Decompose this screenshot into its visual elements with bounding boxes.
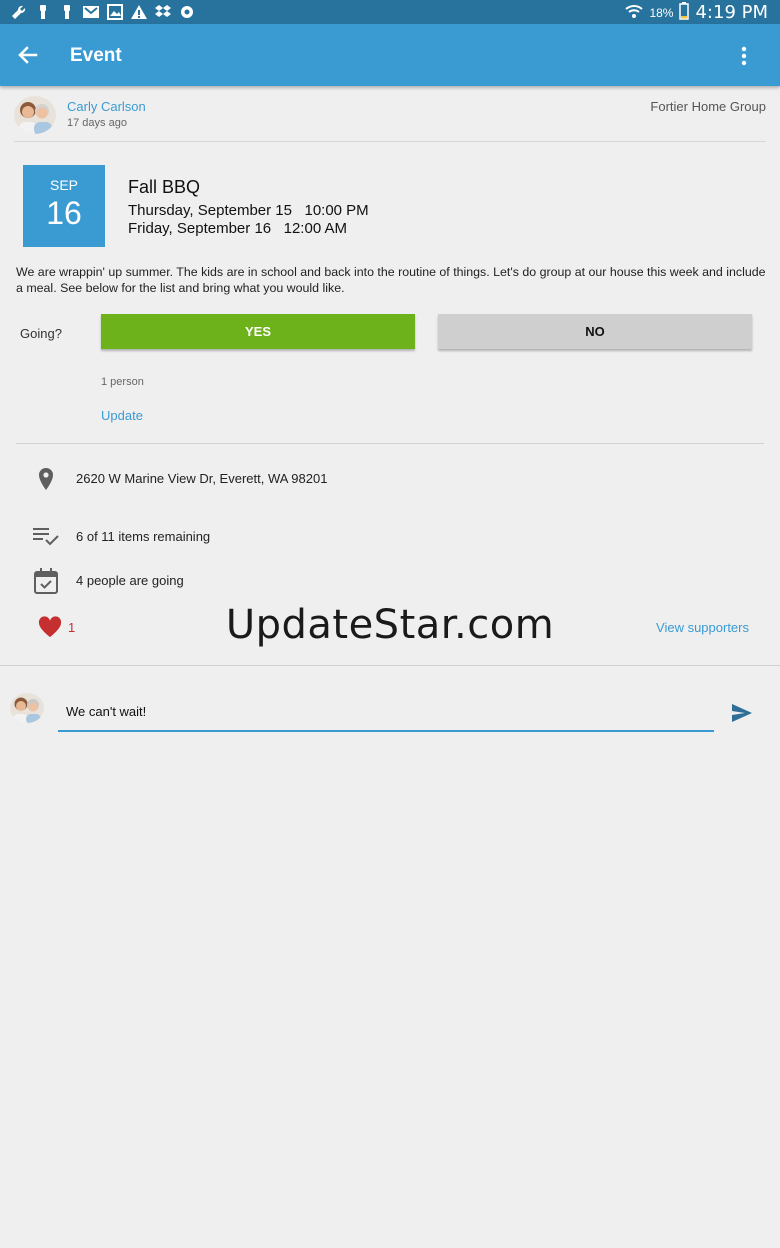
author-name[interactable]: Carly Carlson (67, 99, 146, 114)
event-address: 2620 W Marine View Dr, Everett, WA 98201 (76, 471, 328, 486)
app-bar: Event (0, 24, 780, 86)
rsvp-count: 1 person (101, 376, 144, 388)
wifi-icon (625, 4, 644, 21)
location-pin-icon (32, 465, 60, 493)
notification-icons (10, 3, 196, 21)
image-icon (106, 3, 124, 21)
clock: 4:19 PM (695, 2, 768, 23)
event-description: We are wrappin' up summer. The kids are … (16, 265, 766, 295)
battery-percent: 18% (649, 5, 674, 20)
event-start-time: Thursday, September 15 10:00 PM (128, 202, 369, 219)
usb-icon (58, 3, 76, 21)
address-row[interactable]: 2620 W Marine View Dr, Everett, WA 98201 (0, 465, 780, 493)
dropbox-icon (154, 3, 172, 21)
comment-input[interactable] (58, 698, 714, 732)
warning-icon (130, 3, 148, 21)
status-right: 18% 4:19 PM (625, 2, 768, 23)
going-row[interactable]: 4 people are going (0, 567, 780, 595)
divider (16, 443, 764, 444)
overflow-menu-icon[interactable] (738, 44, 750, 68)
post-author: Carly Carlson 17 days ago Fortier Home G… (14, 94, 766, 142)
back-arrow-icon[interactable] (14, 41, 42, 69)
rsvp-no-button[interactable]: NO (438, 314, 752, 349)
wrench-icon (10, 3, 28, 21)
group-name: Fortier Home Group (650, 99, 766, 114)
event-end-time: Friday, September 16 12:00 AM (128, 220, 348, 237)
send-icon[interactable] (730, 702, 754, 724)
post-timestamp: 17 days ago (67, 117, 127, 129)
settings-icon (178, 3, 196, 21)
event-day: 16 (46, 195, 82, 231)
page-title: Event (70, 45, 122, 66)
avatar[interactable] (14, 96, 56, 134)
items-remaining: 6 of 11 items remaining (76, 529, 211, 544)
event-title: Fall BBQ (128, 177, 201, 197)
event-date-badge: SEP 16 (23, 165, 105, 247)
divider (0, 665, 780, 666)
avatar (10, 693, 44, 723)
view-supporters-link[interactable]: View supporters (656, 620, 749, 635)
rsvp-yes-button[interactable]: YES (101, 314, 415, 349)
checklist-icon (32, 523, 60, 551)
event-month: SEP (49, 177, 78, 193)
update-link[interactable]: Update (101, 408, 143, 423)
items-row[interactable]: 6 of 11 items remaining (0, 523, 780, 551)
status-bar: 18% 4:19 PM (0, 0, 780, 24)
rsvp-question: Going? (20, 326, 62, 341)
calendar-check-icon (32, 567, 60, 595)
gmail-icon (82, 3, 100, 21)
battery-icon (679, 2, 690, 23)
support-row: 1 UpdateStar.com View supporters (0, 602, 780, 648)
people-going: 4 people are going (76, 573, 184, 588)
usb-icon (34, 3, 52, 21)
